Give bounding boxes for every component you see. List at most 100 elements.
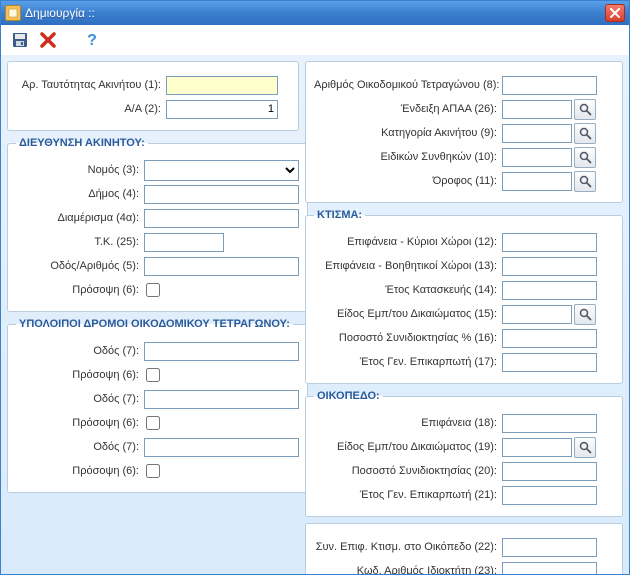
f23-input[interactable] <box>502 562 597 575</box>
property-id-input[interactable] <box>166 76 278 95</box>
f15-input[interactable] <box>502 305 572 324</box>
dimos-label: Δήμος (4): <box>16 188 144 200</box>
f15-label: Είδος Εμπ/του Δικαιώματος (15): <box>314 308 502 320</box>
delete-button[interactable] <box>37 29 59 51</box>
right-column: Αριθμός Οικοδομικού Τετραγώνου (8): Ένδε… <box>305 61 623 568</box>
f14-label: Έτος Κατασκευής (14): <box>314 284 502 296</box>
prosopsi3-label: Πρόσοψη (6): <box>16 465 144 477</box>
odos1-input[interactable] <box>144 342 299 361</box>
nomos-label: Νομός (3): <box>16 164 144 176</box>
close-button[interactable] <box>605 4 625 22</box>
f20-label: Ποσοστό Συνιδιοκτησίας (20): <box>314 465 502 477</box>
property-id-label: Αρ. Ταυτότητας Ακινήτου (1): <box>16 79 166 91</box>
odos-label: Οδός/Αριθμός (5): <box>16 260 144 272</box>
f18-label: Επιφάνεια (18): <box>314 417 502 429</box>
apaa-lookup-button[interactable] <box>574 99 596 120</box>
f12-input[interactable] <box>502 233 597 252</box>
apaa-input[interactable] <box>502 100 572 119</box>
identity-group: Αρ. Ταυτότητας Ακινήτου (1): Α/Α (2): <box>7 61 299 131</box>
bottom-group: Συν. Επιφ. Κτισμ. στο Οικόπεδο (22): Κωδ… <box>305 523 623 574</box>
f14-input[interactable] <box>502 281 597 300</box>
prosopsi1-label: Πρόσοψη (6): <box>16 369 144 381</box>
category-lookup-button[interactable] <box>574 123 596 144</box>
search-icon <box>579 441 592 454</box>
odos2-input[interactable] <box>144 390 299 409</box>
f21-label: Έτος Γεν. Επικαρπωτή (21): <box>314 489 502 501</box>
f19-input[interactable] <box>502 438 572 457</box>
odos-input[interactable] <box>144 257 299 276</box>
odos3-input[interactable] <box>144 438 299 457</box>
conditions-label: Ειδικών Συνθηκών (10): <box>314 151 502 163</box>
floor-input[interactable] <box>502 172 572 191</box>
help-icon: ? <box>83 31 101 49</box>
floor-label: Όροφος (11): <box>314 175 502 187</box>
odos1-label: Οδός (7): <box>16 345 144 357</box>
tk-input[interactable] <box>144 233 224 252</box>
odos3-label: Οδός (7): <box>16 441 144 453</box>
nomos-select[interactable] <box>144 160 299 181</box>
prosopsi-label: Πρόσοψη (6): <box>16 284 144 296</box>
search-icon <box>579 103 592 116</box>
search-icon <box>579 175 592 188</box>
roads-group: ΥΠΟΛΟΙΠΟΙ ΔΡΟΜΟΙ ΟΙΚΟΔΟΜΙΚΟΥ ΤΕΤΡΑΓΩΝΟΥ:… <box>7 318 308 493</box>
f19-label: Είδος Εμπ/του Δικαιώματος (19): <box>314 441 502 453</box>
floor-lookup-button[interactable] <box>574 171 596 192</box>
category-input[interactable] <box>502 124 572 143</box>
toolbar: ? <box>1 25 629 55</box>
save-button[interactable] <box>9 29 31 51</box>
window-title: Δημιουργία :: <box>25 6 605 20</box>
odos2-label: Οδός (7): <box>16 393 144 405</box>
f18-input[interactable] <box>502 414 597 433</box>
address-legend: ΔΙΕΥΘΥΝΣΗ ΑΚΙΝΗΤΟΥ: <box>16 137 148 149</box>
titlebar: Δημιουργία :: <box>1 1 629 25</box>
prosopsi-checkbox[interactable] <box>146 283 160 297</box>
f12-label: Επιφάνεια - Κύριοι Χώροι (12): <box>314 236 502 248</box>
save-icon <box>11 31 29 49</box>
svg-text:?: ? <box>87 32 97 49</box>
prosopsi3-checkbox[interactable] <box>146 464 160 478</box>
tk-label: Τ.Κ. (25): <box>16 236 144 248</box>
prosopsi1-checkbox[interactable] <box>146 368 160 382</box>
ktisma-legend: ΚΤΙΣΜΑ: <box>314 209 365 221</box>
window-icon <box>5 5 21 21</box>
conditions-input[interactable] <box>502 148 572 167</box>
diam-input[interactable] <box>144 209 299 228</box>
dimos-input[interactable] <box>144 185 299 204</box>
block-group: Αριθμός Οικοδομικού Τετραγώνου (8): Ένδε… <box>305 61 623 203</box>
f13-label: Επιφάνεια - Βοηθητικοί Χώροι (13): <box>314 260 502 272</box>
f15-lookup-button[interactable] <box>574 304 596 325</box>
f21-input[interactable] <box>502 486 597 505</box>
search-icon <box>579 308 592 321</box>
conditions-lookup-button[interactable] <box>574 147 596 168</box>
prosopsi2-checkbox[interactable] <box>146 416 160 430</box>
search-icon <box>579 151 592 164</box>
aa-input[interactable] <box>166 100 278 119</box>
window: Δημιουργία :: ? <box>0 0 630 575</box>
diam-label: Διαμέρισμα (4α): <box>16 212 144 224</box>
category-label: Κατηγορία Ακινήτου (9): <box>314 127 502 139</box>
f20-input[interactable] <box>502 462 597 481</box>
oikopedo-group: ΟΙΚΟΠΕΔΟ: Επιφάνεια (18): Είδος Εμπ/του … <box>305 390 623 517</box>
delete-icon <box>39 31 57 49</box>
ktisma-group: ΚΤΙΣΜΑ: Επιφάνεια - Κύριοι Χώροι (12): Ε… <box>305 209 623 384</box>
left-column: Αρ. Ταυτότητας Ακινήτου (1): Α/Α (2): ΔΙ… <box>7 61 299 568</box>
address-group: ΔΙΕΥΘΥΝΣΗ ΑΚΙΝΗΤΟΥ: Νομός (3): Δήμος (4)… <box>7 137 308 312</box>
f23-label: Κωδ. Αριθμός Ιδιοκτήτη (23): <box>314 565 502 574</box>
oikopedo-legend: ΟΙΚΟΠΕΔΟ: <box>314 390 383 402</box>
f13-input[interactable] <box>502 257 597 276</box>
f16-label: Ποσοστό Συνιδιοκτησίας % (16): <box>314 332 502 344</box>
content: Αρ. Ταυτότητας Ακινήτου (1): Α/Α (2): ΔΙ… <box>1 55 629 574</box>
tetragono-label: Αριθμός Οικοδομικού Τετραγώνου (8): <box>314 79 502 91</box>
f22-input[interactable] <box>502 538 597 557</box>
f19-lookup-button[interactable] <box>574 437 596 458</box>
f22-label: Συν. Επιφ. Κτισμ. στο Οικόπεδο (22): <box>314 541 502 553</box>
tetragono-input[interactable] <box>502 76 597 95</box>
aa-label: Α/Α (2): <box>16 103 166 115</box>
roads-legend: ΥΠΟΛΟΙΠΟΙ ΔΡΟΜΟΙ ΟΙΚΟΔΟΜΙΚΟΥ ΤΕΤΡΑΓΩΝΟΥ: <box>16 318 293 330</box>
f17-label: Έτος Γεν. Επικαρπωτή (17): <box>314 356 502 368</box>
apaa-label: Ένδειξη ΑΠΑΑ (26): <box>314 103 502 115</box>
search-icon <box>579 127 592 140</box>
help-button[interactable]: ? <box>81 29 103 51</box>
f16-input[interactable] <box>502 329 597 348</box>
f17-input[interactable] <box>502 353 597 372</box>
